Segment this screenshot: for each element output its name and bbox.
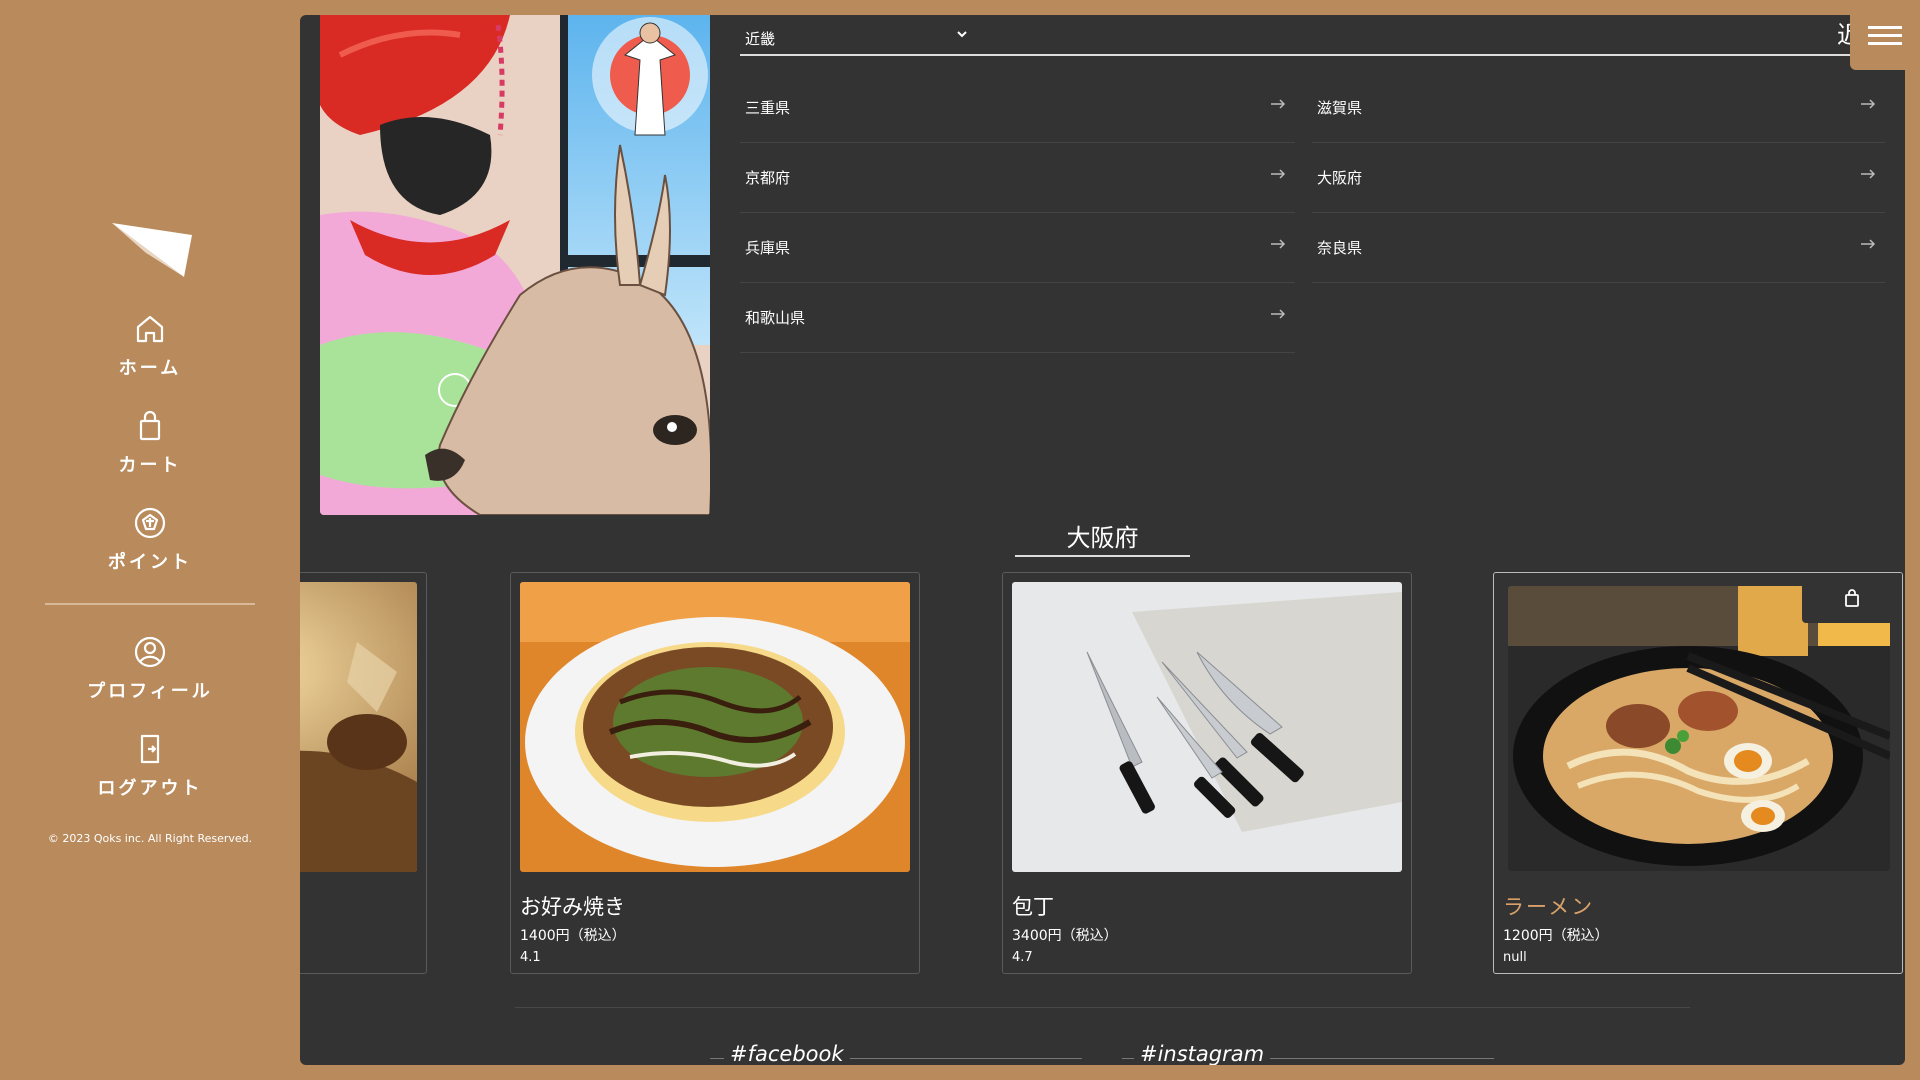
nav-cart[interactable]: カート bbox=[50, 409, 250, 477]
nav-home-label: ホーム bbox=[118, 358, 182, 379]
hamburger-menu-icon bbox=[1868, 34, 1902, 37]
prefecture-item[interactable]: 滋賀県 bbox=[1312, 73, 1885, 143]
home-icon bbox=[136, 315, 164, 343]
hero-illustration bbox=[320, 15, 710, 515]
product-card[interactable]: 包丁 3400円（税込） 4.7 bbox=[1002, 572, 1412, 974]
prefecture-label: 滋賀県 bbox=[1317, 99, 1363, 117]
sidebar-divider bbox=[45, 603, 255, 605]
product-card[interactable]: お好み焼き 1400円（税込） 4.1 bbox=[510, 572, 920, 974]
okonomiyaki-photo bbox=[520, 582, 910, 872]
prefecture-label: 京都府 bbox=[745, 169, 791, 187]
ramen-photo bbox=[1508, 586, 1890, 871]
prefecture-item[interactable]: 和歌山県 bbox=[740, 283, 1295, 353]
sidebar: ホーム カート ポイント プロフィール ログアウト © 2023 Qoks in… bbox=[0, 0, 300, 1080]
takoyaki-photo bbox=[300, 582, 417, 872]
main-panel: 近畿 近 三重県 滋賀県 京都府 大阪府 兵庫県 奈良県 和歌山県 大阪府 お好… bbox=[300, 15, 1905, 1065]
prefecture-label: 和歌山県 bbox=[745, 309, 806, 327]
nav-logout-label: ログアウト bbox=[97, 778, 203, 799]
product-price: 1200円（税込） bbox=[1503, 928, 1609, 944]
nav-cart-label: カート bbox=[118, 455, 182, 476]
nav-points[interactable]: ポイント bbox=[50, 506, 250, 574]
user-circle-icon bbox=[134, 636, 166, 668]
shopping-bag-icon bbox=[1845, 589, 1859, 607]
paper-plane-logo-icon[interactable] bbox=[112, 213, 192, 277]
hamburger-menu-button[interactable] bbox=[1850, 15, 1920, 70]
hero-illustration-art bbox=[320, 15, 710, 515]
product-image bbox=[520, 582, 910, 872]
prefecture-label: 大阪府 bbox=[1317, 169, 1363, 187]
product-card[interactable]: ラーメン 1200円（税込） null bbox=[1493, 572, 1903, 974]
points-badge-icon bbox=[134, 507, 166, 539]
product-rating: 4.1 bbox=[520, 950, 541, 965]
arrow-right-icon bbox=[1271, 309, 1286, 319]
prefecture-item[interactable]: 京都府 bbox=[740, 143, 1295, 213]
prefecture-label: 三重県 bbox=[745, 99, 791, 117]
arrow-right-icon bbox=[1861, 239, 1876, 249]
product-name: お好み焼き bbox=[520, 895, 625, 919]
chevron-down-icon bbox=[957, 31, 967, 38]
copyright-text: © 2023 Qoks inc. All Right Reserved. bbox=[47, 832, 253, 845]
region-select[interactable]: 近畿 bbox=[740, 20, 970, 54]
arrow-right-icon bbox=[1271, 239, 1286, 249]
arrow-right-icon bbox=[1861, 169, 1876, 179]
prefecture-item[interactable]: 大阪府 bbox=[1312, 143, 1885, 213]
logout-icon bbox=[140, 734, 160, 764]
nav-home[interactable]: ホーム bbox=[50, 312, 250, 380]
prefecture-label: 兵庫県 bbox=[745, 239, 791, 257]
nav-points-label: ポイント bbox=[108, 552, 192, 573]
product-image bbox=[300, 582, 417, 872]
arrow-right-icon bbox=[1271, 99, 1286, 109]
section-title: 大阪府 bbox=[1066, 524, 1139, 552]
add-to-cart-button[interactable] bbox=[1802, 573, 1902, 623]
product-price: 3400円（税込） bbox=[1012, 928, 1118, 944]
product-card[interactable] bbox=[300, 572, 427, 974]
section-title-underline bbox=[1015, 555, 1190, 557]
product-rating: 4.7 bbox=[1012, 950, 1033, 965]
footer-divider bbox=[515, 1007, 1690, 1008]
prefecture-item[interactable]: 三重県 bbox=[740, 73, 1295, 143]
facebook-link[interactable]: #facebook bbox=[724, 1042, 850, 1065]
product-name: 包丁 bbox=[1012, 895, 1054, 919]
nav-profile[interactable]: プロフィール bbox=[50, 635, 250, 703]
product-rating: null bbox=[1503, 950, 1527, 965]
nav-profile-label: プロフィール bbox=[87, 681, 213, 702]
shopping-bag-icon bbox=[139, 410, 161, 441]
hamburger-menu-icon bbox=[1868, 26, 1902, 29]
product-image bbox=[1508, 586, 1890, 871]
nav-logout[interactable]: ログアウト bbox=[50, 732, 250, 800]
region-select-value: 近畿 bbox=[745, 30, 776, 48]
product-name: ラーメン bbox=[1503, 895, 1595, 919]
prefecture-item[interactable]: 兵庫県 bbox=[740, 213, 1295, 283]
instagram-link[interactable]: #instagram bbox=[1134, 1042, 1271, 1065]
prefecture-label: 奈良県 bbox=[1317, 239, 1363, 257]
prefecture-item[interactable]: 奈良県 bbox=[1312, 213, 1885, 283]
arrow-right-icon bbox=[1271, 169, 1286, 179]
product-image bbox=[1012, 582, 1402, 872]
hamburger-menu-icon bbox=[1868, 42, 1902, 45]
arrow-right-icon bbox=[1861, 99, 1876, 109]
product-price: 1400円（税込） bbox=[520, 928, 626, 944]
kitchen-knives-photo bbox=[1012, 582, 1402, 872]
region-select-underline bbox=[740, 54, 1890, 56]
